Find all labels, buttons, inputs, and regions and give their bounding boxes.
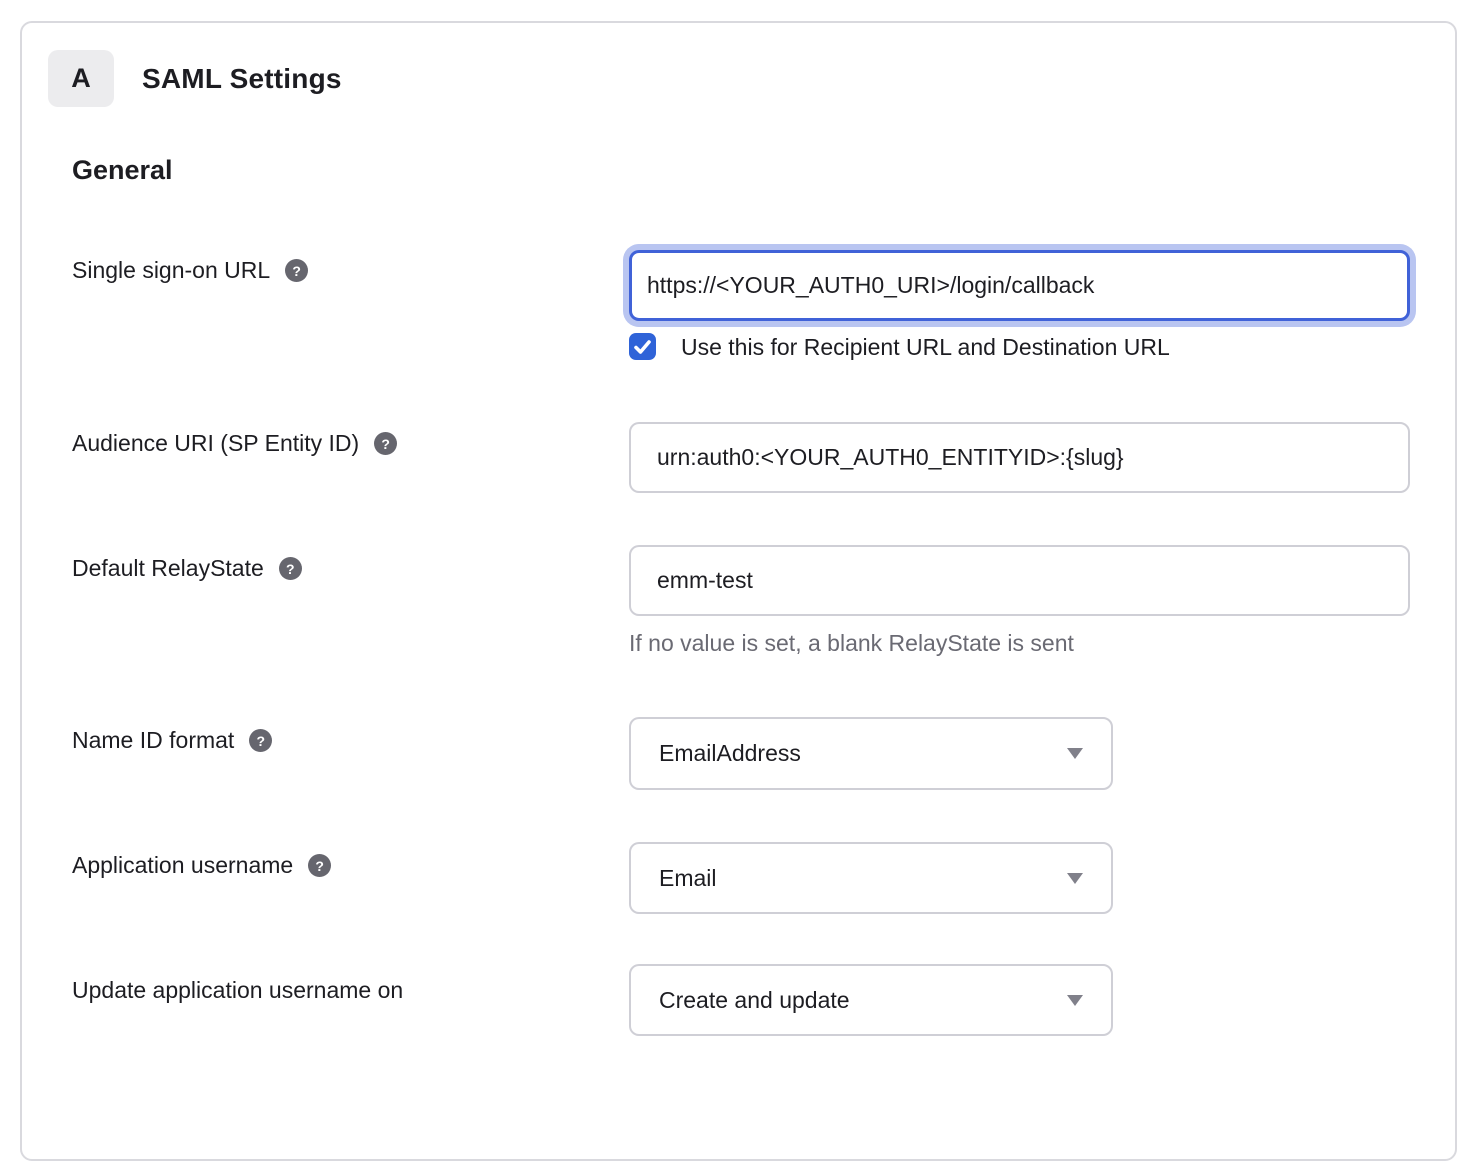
step-badge: A (48, 50, 114, 107)
name-id-format-label-text: Name ID format (72, 727, 234, 754)
update-username-on-label-text: Update application username on (72, 977, 403, 1004)
update-username-on-select[interactable]: Create and update (629, 964, 1113, 1036)
help-icon[interactable]: ? (285, 259, 308, 282)
page-title: SAML Settings (142, 50, 342, 107)
help-icon[interactable]: ? (279, 557, 302, 580)
application-username-select[interactable]: Email (629, 842, 1113, 914)
dropdown-arrow-icon (1067, 995, 1083, 1006)
sso-url-input[interactable] (629, 250, 1410, 321)
audience-uri-label: Audience URI (SP Entity ID) ? (72, 430, 397, 457)
recipient-url-checkbox-label[interactable]: Use this for Recipient URL and Destinati… (681, 334, 1170, 361)
name-id-format-select[interactable]: EmailAddress (629, 717, 1113, 790)
name-id-format-label: Name ID format ? (72, 727, 272, 754)
sso-url-label: Single sign-on URL ? (72, 257, 308, 284)
sso-url-label-text: Single sign-on URL (72, 257, 270, 284)
update-username-on-label: Update application username on (72, 977, 403, 1004)
application-username-label-text: Application username (72, 852, 293, 879)
dropdown-arrow-icon (1067, 873, 1083, 884)
relay-state-input[interactable] (629, 545, 1410, 616)
saml-settings-card: A SAML Settings General Single sign-on U… (20, 21, 1457, 1161)
relay-state-label: Default RelayState ? (72, 555, 302, 582)
help-icon[interactable]: ? (374, 432, 397, 455)
checkmark-icon (634, 340, 651, 354)
help-icon[interactable]: ? (308, 854, 331, 877)
help-icon[interactable]: ? (249, 729, 272, 752)
step-badge-letter: A (71, 63, 91, 94)
relay-state-helper-text: If no value is set, a blank RelayState i… (629, 630, 1074, 657)
section-heading-general: General (72, 155, 173, 186)
recipient-url-checkbox[interactable] (629, 333, 656, 360)
application-username-label: Application username ? (72, 852, 331, 879)
audience-uri-label-text: Audience URI (SP Entity ID) (72, 430, 359, 457)
audience-uri-input[interactable] (629, 422, 1410, 493)
update-username-on-value: Create and update (659, 987, 1067, 1014)
name-id-format-value: EmailAddress (659, 740, 1067, 767)
application-username-value: Email (659, 865, 1067, 892)
dropdown-arrow-icon (1067, 748, 1083, 759)
relay-state-label-text: Default RelayState (72, 555, 264, 582)
